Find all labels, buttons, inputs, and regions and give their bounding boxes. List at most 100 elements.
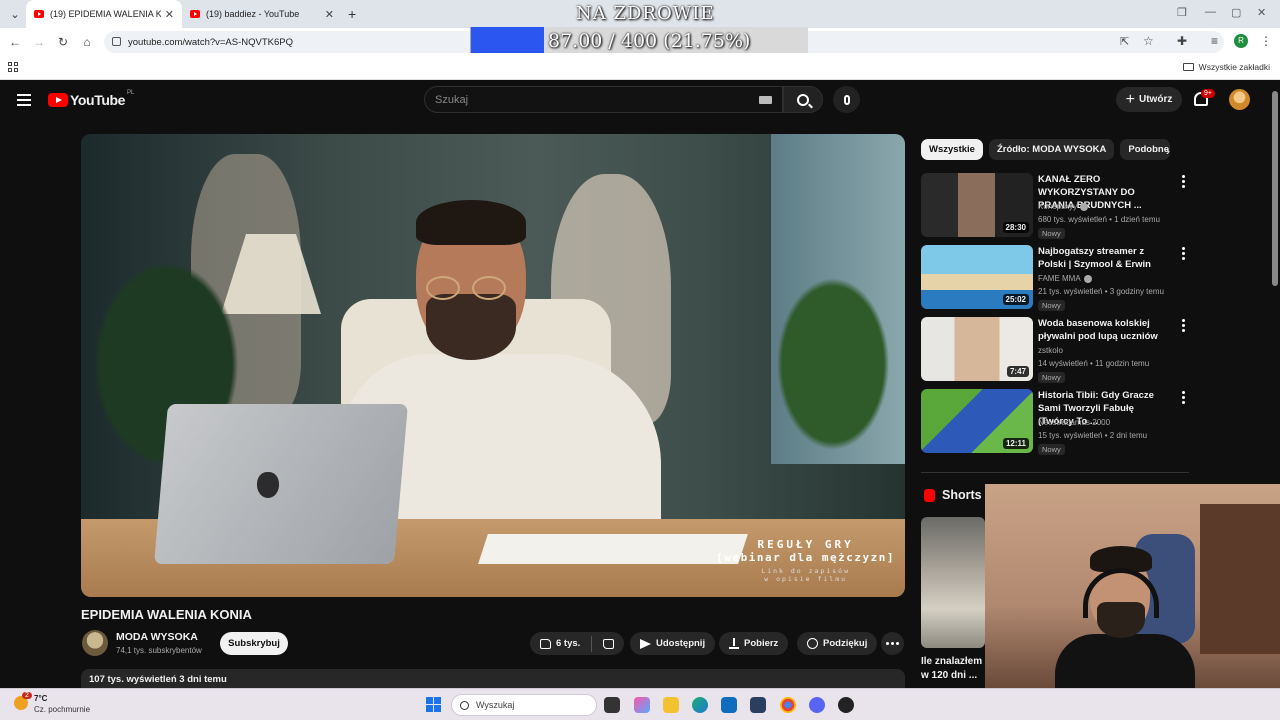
install-app-icon[interactable]: ⇱ — [1120, 35, 1129, 48]
temperature: 7°C — [34, 694, 48, 703]
create-button[interactable]: + Utwórz — [1116, 87, 1182, 112]
video-thumbnail[interactable]: 12:11 — [921, 389, 1033, 453]
rec-title[interactable]: Woda basenowa kolskiej pływalni pod lupą… — [1038, 317, 1171, 343]
edge-icon[interactable] — [692, 697, 708, 713]
obs-icon[interactable] — [838, 697, 854, 713]
search-button[interactable] — [783, 86, 823, 113]
home-icon[interactable]: ⌂ — [75, 35, 99, 49]
url-text: youtube.com/watch?v=AS-NQVTK6PQ — [128, 36, 294, 48]
video-thumbnail[interactable]: 7:47 — [921, 317, 1033, 381]
bookmark-star-icon[interactable]: ☆ — [1143, 34, 1154, 48]
search-placeholder: Szukaj — [435, 93, 469, 106]
channel-avatar[interactable] — [82, 630, 108, 656]
back-icon[interactable]: ← — [3, 35, 27, 49]
short-thumbnail[interactable] — [921, 517, 985, 648]
chrome-icon[interactable] — [780, 697, 796, 713]
progress-text: 87.00 / 400 (21.75%) — [548, 30, 751, 52]
extensions-icon[interactable]: ✚ — [1177, 34, 1187, 48]
kebab-menu-icon[interactable] — [1182, 175, 1185, 190]
duration-badge: 25:02 — [1002, 294, 1029, 305]
rec-meta: 680 tys. wyświetleń • 1 dzień temu — [1038, 215, 1160, 224]
account-avatar[interactable] — [1229, 89, 1250, 110]
kebab-menu-icon[interactable] — [1182, 391, 1185, 406]
divider — [921, 472, 1189, 473]
chip-source[interactable]: Źródło: MODA WYSOKA — [988, 139, 1115, 160]
rec-channel[interactable]: Konopskyy — [1038, 202, 1089, 211]
recommendation-item[interactable]: 25:02 Najbogatszy streamer z Polski | Sz… — [921, 245, 1189, 311]
media-controls-icon[interactable]: ≡ — [1211, 34, 1218, 48]
window-extension-icon[interactable]: ❐ — [1177, 6, 1187, 19]
chevron-right-icon[interactable]: › — [1166, 144, 1170, 158]
site-info-icon[interactable] — [112, 37, 121, 46]
all-bookmarks-button[interactable]: Wszystkie zakładki — [1182, 62, 1270, 72]
file-explorer-icon[interactable] — [663, 697, 679, 713]
channel-name[interactable]: MODA WYSOKA — [116, 631, 198, 643]
forward-icon[interactable]: → — [27, 35, 51, 49]
tab-close-icon[interactable]: ✕ — [165, 8, 174, 21]
close-window-icon[interactable]: ✕ — [1257, 6, 1266, 19]
store-icon[interactable] — [750, 697, 766, 713]
recommendation-item[interactable]: 28:30 KANAŁ ZERO WYKORZYSTANY DO PRANIA … — [921, 173, 1189, 239]
like-count[interactable]: 6 tys. — [556, 638, 580, 649]
search-input[interactable]: Szukaj — [424, 86, 783, 113]
discord-icon[interactable] — [809, 697, 825, 713]
minimize-icon[interactable]: — — [1205, 6, 1216, 18]
kebab-menu-icon[interactable] — [1182, 247, 1185, 262]
apps-grid-icon[interactable] — [8, 62, 18, 72]
new-badge: Nowy — [1038, 228, 1065, 239]
rec-title[interactable]: Najbogatszy streamer z Polski | Szymool … — [1038, 245, 1171, 271]
kebab-menu-icon[interactable] — [1182, 319, 1185, 334]
region-code: PL — [127, 90, 135, 96]
task-view-icon[interactable] — [604, 697, 620, 713]
video-thumbnail[interactable]: 25:02 — [921, 245, 1033, 309]
reload-icon[interactable]: ↻ — [51, 35, 75, 49]
video-thumbnail[interactable]: 28:30 — [921, 173, 1033, 237]
tab-inactive[interactable]: (19) baddiez - YouTube ✕ — [182, 0, 342, 28]
rec-meta: 21 tys. wyświetleń • 3 godziny temu — [1038, 287, 1164, 296]
taskbar-search-input[interactable]: Wyszukaj — [451, 694, 597, 716]
notification-badge: 9+ — [1201, 89, 1215, 98]
profile-avatar[interactable]: R — [1234, 34, 1248, 48]
keyboard-icon[interactable] — [759, 96, 772, 104]
voice-search-button[interactable] — [833, 86, 860, 113]
share-label: Udostępnij — [656, 638, 706, 649]
short-title[interactable]: Ile znalazłem w 120 dni ... — [921, 655, 985, 683]
dislike-icon[interactable] — [603, 638, 615, 649]
youtube-logo[interactable]: YouTube PL — [48, 90, 135, 108]
video-player[interactable]: REGUŁY GRY [webinar dla mężczyzn] Link d… — [81, 134, 905, 597]
restore-icon[interactable]: ▢ — [1231, 6, 1241, 19]
caption-line: [webinar dla mężczyzn] — [716, 551, 895, 564]
tab-search-button[interactable]: ⌄ — [4, 3, 26, 25]
rec-channel[interactable]: FAME MMA — [1038, 274, 1092, 283]
more-actions-button[interactable] — [881, 632, 904, 655]
caption-line: Link do zapisów — [761, 567, 850, 575]
chip-all[interactable]: Wszystkie — [921, 139, 983, 160]
description-box[interactable]: 107 tys. wyświetleń 3 dni temu — [81, 669, 905, 688]
outlook-icon[interactable] — [721, 697, 737, 713]
share-button[interactable]: Udostępnij — [630, 632, 716, 655]
video-title: EPIDEMIA WALENIA KONIA — [81, 607, 252, 622]
rec-channel-name: Neostradamus 2000 — [1038, 418, 1111, 427]
tab-active[interactable]: (19) EPIDEMIA WALENIA KONIA ✕ — [26, 0, 182, 28]
copilot-icon[interactable] — [634, 697, 650, 713]
recommendation-item[interactable]: 7:47 Woda basenowa kolskiej pływalni pod… — [921, 317, 1189, 383]
new-badge: Nowy — [1038, 300, 1065, 311]
tab-close-icon[interactable]: ✕ — [325, 8, 334, 21]
youtube-header: YouTube PL Szukaj + Utwórz 9+ — [0, 81, 1268, 119]
subscribe-button[interactable]: Subskrybuj — [220, 632, 288, 655]
chip-similar[interactable]: Podobne — [1120, 139, 1171, 160]
guide-menu-icon[interactable] — [17, 94, 31, 110]
like-icon[interactable] — [540, 638, 551, 649]
search-icon — [797, 93, 809, 106]
video-caption: REGUŁY GRY [webinar dla mężczyzn] Link d… — [716, 538, 895, 583]
browser-menu-icon[interactable]: ⋮ — [1260, 34, 1272, 48]
recommendation-item[interactable]: 12:11 Historia Tibii: Gdy Gracze Sami Tw… — [921, 389, 1189, 455]
thanks-button[interactable]: Podziękuj — [797, 632, 878, 655]
download-button[interactable]: Pobierz — [719, 632, 789, 655]
windows-start-icon[interactable] — [426, 697, 441, 712]
rec-channel[interactable]: zstkolo — [1038, 346, 1063, 355]
new-tab-icon[interactable]: + — [348, 6, 356, 22]
caption-line: w opisie filmu — [764, 575, 848, 583]
shorts-heading: Shorts — [942, 488, 982, 502]
rec-channel[interactable]: Neostradamus 2000 — [1038, 418, 1110, 427]
